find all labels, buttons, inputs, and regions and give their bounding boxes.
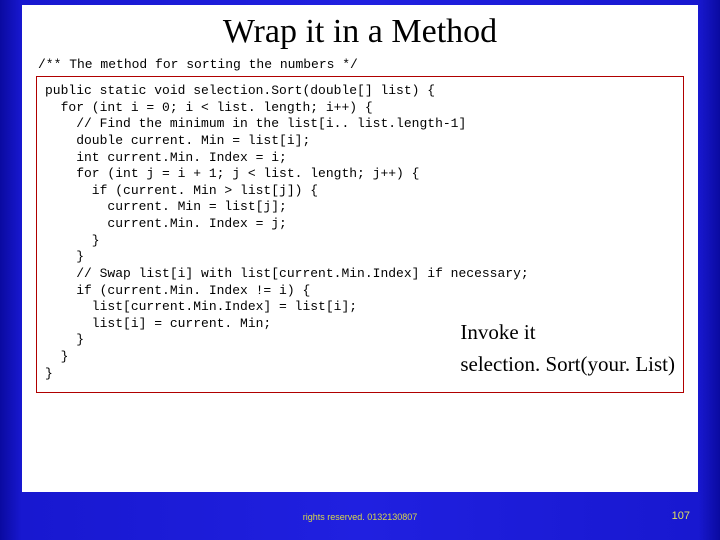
annotation-line2: selection. Sort(your. List): [460, 349, 675, 381]
code-content: public static void selection.Sort(double…: [45, 83, 529, 381]
code-box: public static void selection.Sort(double…: [36, 76, 684, 393]
page-number: 107: [672, 510, 690, 522]
footer-text: rights reserved. 0132130807: [0, 512, 720, 522]
method-comment: /** The method for sorting the numbers *…: [38, 57, 684, 72]
slide-body: Wrap it in a Method /** The method for s…: [22, 5, 698, 492]
annotation: Invoke itselection. Sort(your. List): [460, 317, 675, 380]
slide-title: Wrap it in a Method: [36, 13, 684, 51]
annotation-line1: Invoke it: [460, 317, 675, 349]
